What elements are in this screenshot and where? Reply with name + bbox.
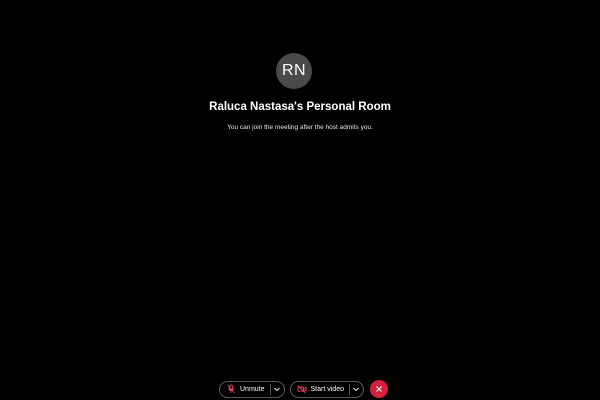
meeting-controls: Unmute Start video xyxy=(219,380,388,398)
close-icon xyxy=(375,385,383,393)
chevron-down-icon[interactable] xyxy=(352,385,360,393)
leave-button[interactable] xyxy=(369,380,388,398)
unmute-label: Unmute xyxy=(240,385,265,393)
room-title: Raluca Nastasa's Personal Room xyxy=(209,101,391,113)
meeting-lobby: RN Raluca Nastasa's Personal Room You ca… xyxy=(0,0,600,400)
avatar: RN xyxy=(276,53,312,89)
avatar-initials: RN xyxy=(281,62,307,79)
unmute-button[interactable]: Unmute xyxy=(219,380,285,398)
divider xyxy=(348,383,350,395)
divider xyxy=(269,383,271,395)
start-video-label: Start video xyxy=(310,385,344,393)
microphone-muted-icon xyxy=(226,384,236,394)
camera-off-icon xyxy=(297,384,307,394)
lobby-status-message: You can join the meeting after the host … xyxy=(227,124,373,131)
start-video-button[interactable]: Start video xyxy=(289,380,364,398)
chevron-down-icon[interactable] xyxy=(273,385,281,393)
